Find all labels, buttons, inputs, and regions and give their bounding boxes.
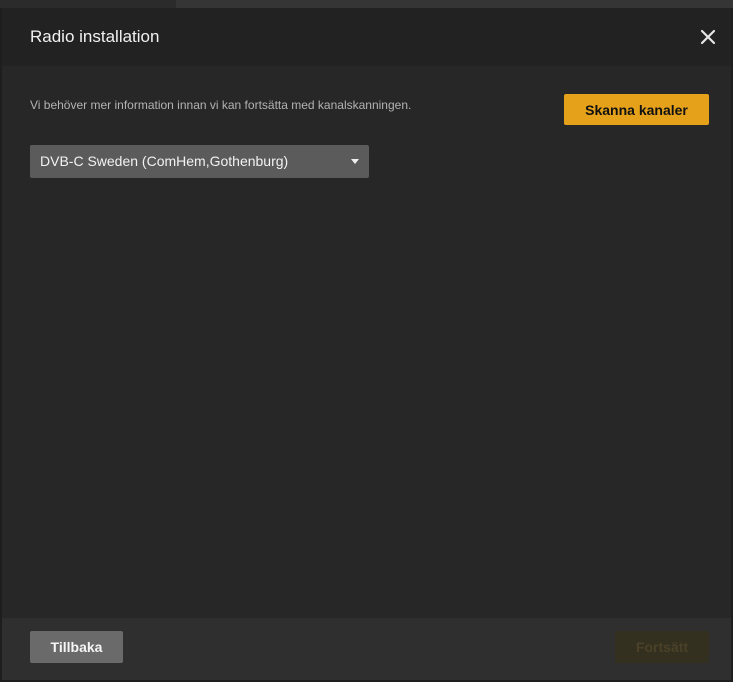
region-select-value: DVB-C Sweden (ComHem,Gothenburg) [40, 153, 289, 169]
scan-channels-button[interactable]: Skanna kanaler [564, 94, 709, 125]
dialog-footer: Tillbaka Fortsätt [2, 618, 731, 680]
close-button[interactable] [696, 25, 720, 49]
chevron-down-icon [351, 159, 359, 164]
background-strip-right [176, 0, 733, 8]
dialog-title: Radio installation [30, 27, 160, 46]
continue-button[interactable]: Fortsätt [615, 631, 709, 663]
dialog-header: Radio installation [2, 8, 731, 66]
region-select[interactable]: DVB-C Sweden (ComHem,Gothenburg) [30, 145, 369, 178]
close-icon [700, 29, 716, 45]
back-button[interactable]: Tillbaka [30, 631, 123, 663]
radio-installation-dialog: Radio installation Vi behöver mer inform… [2, 8, 731, 680]
info-text: Vi behöver mer information innan vi kan … [30, 98, 412, 112]
